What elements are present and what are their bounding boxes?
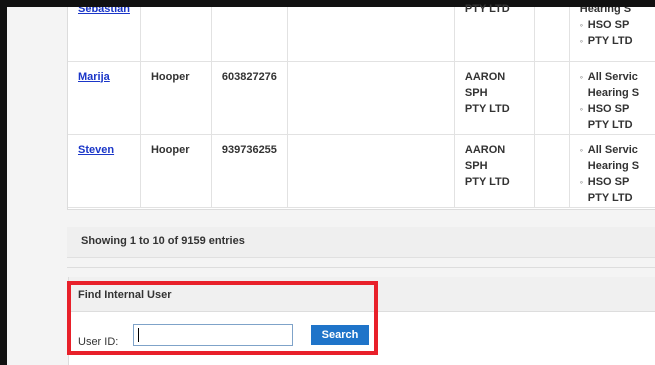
- list-item-continuation: Hearing S: [587, 159, 640, 172]
- section-divider: [67, 267, 655, 268]
- user-name-link[interactable]: Marija: [78, 71, 110, 83]
- window-left-edge: [0, 0, 7, 365]
- organisation-line: PTY LTD: [464, 175, 510, 188]
- window-top-edge: [0, 0, 655, 7]
- empty-cell: [287, 7, 455, 62]
- services-cell: All Servic Hearing S HSO SP PTY LTD: [569, 134, 655, 208]
- first-name-cell: Sebastian: [68, 7, 141, 62]
- organisation-text: PTY LTD: [464, 3, 510, 15]
- services-list: All Servic: [580, 69, 655, 85]
- services-cell: All Servic Hearing S HSO SP PTY LTD: [569, 61, 655, 135]
- last-name-cell: Hooper: [140, 61, 212, 135]
- pagination-info-bar: Showing 1 to 10 of 9159 entries: [67, 227, 655, 258]
- services-list: HSO SP: [580, 174, 655, 190]
- text-cursor: [138, 328, 139, 342]
- user-name-link[interactable]: Steven: [78, 144, 114, 156]
- page-content: Sebastian PTY LTD Hearing S HSO SP PTY L…: [7, 3, 655, 365]
- organisation-line: PTY LTD: [464, 102, 510, 115]
- list-item: All Servic: [580, 142, 655, 158]
- last-name-cell: [140, 7, 212, 62]
- table-row: Marija Hooper 603827276 AARON SPH PTY LT…: [68, 61, 655, 135]
- user-id-cell: 603827276: [211, 61, 288, 135]
- find-user-header: Find Internal User: [69, 277, 655, 312]
- organisation-cell: AARON SPH PTY LTD: [454, 134, 536, 208]
- organisation-line: AARON SPH: [464, 70, 506, 99]
- first-name-cell: Marija: [68, 61, 141, 135]
- empty-cell: [534, 134, 570, 208]
- list-item-continuation: PTY LTD: [587, 118, 633, 131]
- user-id-input[interactable]: [133, 324, 293, 346]
- organisation-cell: AARON SPH PTY LTD: [454, 61, 536, 135]
- table-row: Steven Hooper 939736255 AARON SPH PTY LT…: [68, 134, 655, 208]
- last-name-cell: Hooper: [140, 134, 212, 208]
- list-item: All Servic: [580, 69, 655, 85]
- empty-cell: [534, 61, 570, 135]
- table-row: Sebastian PTY LTD Hearing S HSO SP PTY L…: [68, 3, 655, 62]
- user-id-cell: [211, 7, 288, 62]
- organisation-line: AARON SPH: [464, 143, 506, 172]
- user-id-cell: 939736255: [211, 134, 288, 208]
- search-button[interactable]: Search: [311, 325, 369, 345]
- find-internal-user-panel: Find Internal User User ID: Search: [68, 277, 655, 365]
- services-list: HSO SP: [580, 101, 655, 117]
- first-name-cell: Steven: [68, 134, 141, 208]
- organisation-cell: PTY LTD: [454, 3, 536, 62]
- find-user-title: Find Internal User: [78, 289, 172, 301]
- empty-cell: [287, 134, 455, 208]
- list-item-continuation: PTY LTD: [580, 33, 655, 49]
- list-item-continuation: PTY LTD: [587, 191, 633, 204]
- services-list: HSO SP PTY LTD: [580, 17, 655, 49]
- list-item: HSO SP: [580, 174, 655, 190]
- users-table: Sebastian PTY LTD Hearing S HSO SP PTY L…: [68, 3, 655, 208]
- empty-cell: [287, 61, 455, 135]
- user-name-link[interactable]: Sebastian: [78, 7, 130, 15]
- user-id-label: User ID:: [78, 336, 119, 348]
- entries-summary: Showing 1 to 10 of 9159 entries: [81, 235, 245, 247]
- list-item-continuation: Hearing S: [587, 86, 640, 99]
- services-cell: Hearing S HSO SP PTY LTD: [569, 7, 655, 62]
- services-text: Hearing S: [579, 7, 632, 15]
- users-table-panel: Sebastian PTY LTD Hearing S HSO SP PTY L…: [67, 3, 655, 210]
- empty-cell: [534, 7, 570, 62]
- services-list: All Servic: [580, 142, 655, 158]
- list-item: HSO SP: [580, 17, 655, 33]
- list-item: HSO SP: [580, 101, 655, 117]
